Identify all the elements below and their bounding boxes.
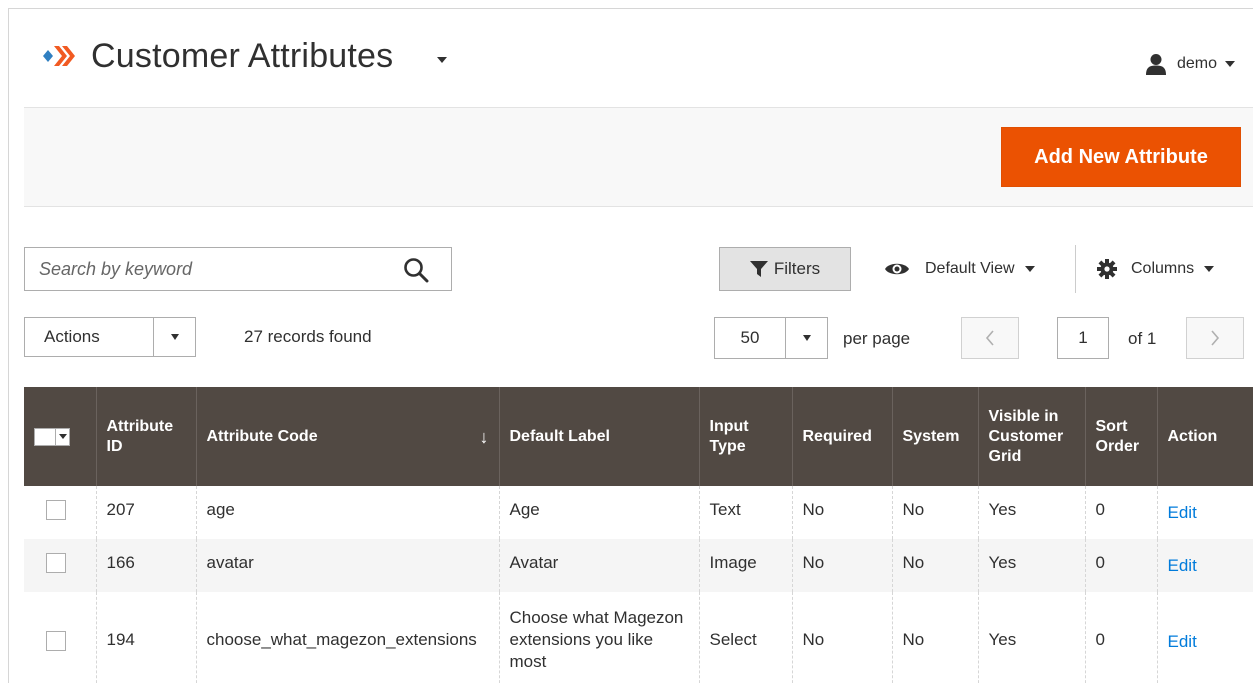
user-icon (1145, 54, 1166, 75)
user-name: demo (1176, 55, 1217, 72)
row-checkbox[interactable] (46, 630, 66, 651)
column-header-default-label[interactable]: Default Label (499, 387, 700, 486)
per-page-value: 50 (740, 328, 760, 347)
sort-arrow-icon: ↓ (479, 426, 489, 447)
required-cell: No (792, 592, 893, 683)
divider (1075, 245, 1076, 293)
page-title: Customer Attributes (91, 37, 394, 75)
columns-label: Columns (1131, 260, 1195, 277)
input-type-cell: Image (699, 539, 793, 592)
chevron-down-icon (1225, 61, 1235, 67)
row-select-cell (24, 592, 97, 683)
attribute-code-cell: avatar (196, 539, 500, 592)
input-type-cell: Select (699, 592, 793, 683)
current-page-input[interactable]: 1 (1057, 317, 1109, 359)
attribute-id-cell: 166 (96, 539, 197, 592)
table-header-row: Attribute ID Attribute Code ↓ Default La… (24, 387, 1253, 486)
visible-cell: Yes (978, 539, 1086, 592)
table-row[interactable]: 166 avatar Avatar Image No No Yes 0 Edit (24, 539, 1253, 592)
required-cell: No (792, 539, 893, 592)
row-checkbox[interactable] (46, 553, 66, 573)
records-count: 27 records found (244, 327, 372, 346)
title-caret-icon[interactable] (437, 57, 447, 63)
visible-cell: Yes (978, 592, 1086, 683)
system-cell: No (892, 592, 979, 683)
column-header-system[interactable]: System (892, 387, 979, 486)
column-header-input-type[interactable]: Input Type (699, 387, 793, 486)
page-header: Customer Attributes demo (9, 9, 1253, 107)
search-box (24, 247, 452, 291)
action-cell: Edit (1157, 539, 1253, 592)
column-header-attribute-id[interactable]: Attribute ID (96, 387, 197, 486)
edit-link[interactable]: Edit (1168, 555, 1197, 577)
default-label-cell: Choose what Magezon extensions you like … (499, 592, 700, 683)
admin-page: Customer Attributes demo Add New Attribu… (8, 8, 1253, 683)
filters-label: Filters (773, 259, 821, 278)
total-pages-label: of 1 (1128, 329, 1157, 348)
default-view-dropdown[interactable]: Default View (885, 257, 1035, 281)
mass-select-checkbox[interactable] (34, 427, 86, 446)
search-input[interactable] (25, 248, 395, 290)
row-select-cell (24, 539, 97, 592)
filters-button[interactable]: Filters (719, 247, 851, 291)
column-header-visible-in-grid[interactable]: Visible in Customer Grid (978, 387, 1086, 486)
column-header-sort-order[interactable]: Sort Order (1085, 387, 1158, 486)
chevron-down-icon (1204, 266, 1215, 272)
user-menu[interactable]: demo (1145, 52, 1235, 76)
checkbox-icon (34, 427, 56, 446)
gear-icon (1097, 259, 1117, 279)
edit-link[interactable]: Edit (1168, 631, 1197, 653)
row-select-cell (24, 486, 97, 539)
sort-order-cell: 0 (1085, 486, 1158, 539)
required-cell: No (792, 486, 893, 539)
attribute-id-cell: 194 (96, 592, 197, 683)
default-view-label: Default View (925, 260, 1015, 277)
next-page-button[interactable] (1186, 317, 1244, 359)
column-header-action: Action (1157, 387, 1253, 486)
chevron-down-icon (56, 427, 70, 446)
table-row[interactable]: 207 age Age Text No No Yes 0 Edit (24, 486, 1253, 539)
system-cell: No (892, 486, 979, 539)
add-new-attribute-button[interactable]: Add New Attribute (1001, 127, 1241, 187)
search-icon[interactable] (403, 257, 429, 283)
column-header-required[interactable]: Required (792, 387, 893, 486)
chevron-left-icon (985, 330, 994, 346)
filter-icon (749, 261, 768, 277)
per-page-label: per page (843, 329, 911, 348)
attribute-code-label: Attribute Code (206, 427, 318, 445)
row-checkbox[interactable] (46, 500, 66, 520)
mass-actions-select[interactable]: Actions (24, 317, 196, 357)
table-row[interactable]: 194 choose_what_magezon_extensions Choos… (24, 592, 1253, 683)
input-type-cell: Text (699, 486, 793, 539)
column-header-attribute-code[interactable]: Attribute Code ↓ (196, 387, 500, 486)
system-cell: No (892, 539, 979, 592)
default-label-cell: Avatar (499, 539, 700, 592)
chevron-down-icon (1024, 266, 1035, 272)
eye-icon (885, 263, 909, 275)
sort-order-cell: 0 (1085, 539, 1158, 592)
attribute-id-cell: 207 (96, 486, 197, 539)
action-cell: Edit (1157, 592, 1253, 683)
chevron-down-icon (785, 318, 827, 358)
attributes-grid: Attribute ID Attribute Code ↓ Default La… (24, 387, 1253, 683)
chevron-right-icon (1211, 330, 1220, 346)
attribute-code-cell: choose_what_magezon_extensions (196, 592, 500, 683)
actions-label: Actions (44, 327, 100, 346)
per-page-select[interactable]: 50 (714, 317, 828, 359)
chevron-down-icon (153, 318, 195, 356)
columns-dropdown[interactable]: Columns (1097, 257, 1215, 281)
mass-select-header[interactable] (24, 387, 97, 486)
edit-link[interactable]: Edit (1168, 502, 1197, 524)
attribute-code-cell: age (196, 486, 500, 539)
action-cell: Edit (1157, 486, 1253, 539)
default-label-cell: Age (499, 486, 700, 539)
page-actions-bar: Add New Attribute (24, 107, 1253, 207)
magezon-logo-icon (43, 46, 75, 66)
sort-order-cell: 0 (1085, 592, 1158, 683)
visible-cell: Yes (978, 486, 1086, 539)
previous-page-button[interactable] (961, 317, 1019, 359)
